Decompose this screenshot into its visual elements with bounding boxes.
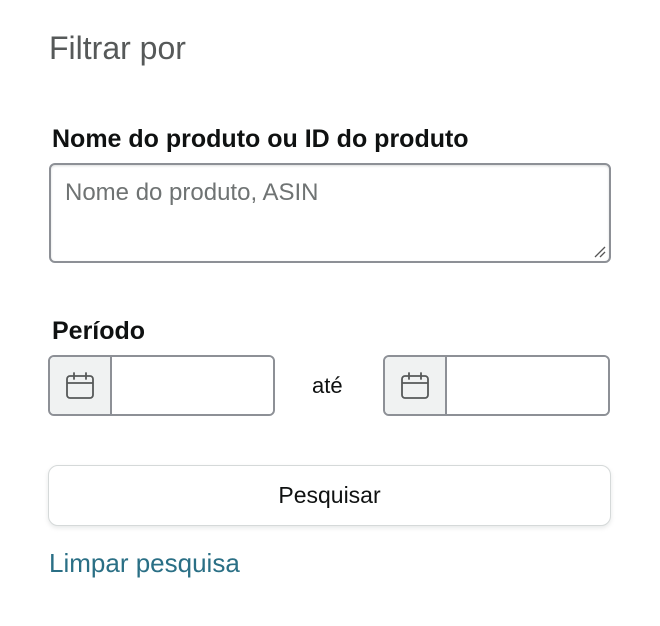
date-from-field <box>48 355 275 416</box>
product-search-field <box>49 163 611 263</box>
product-field-label: Nome do produto ou ID do produto <box>52 125 469 153</box>
calendar-icon <box>66 371 94 399</box>
filter-heading: Filtrar por <box>49 30 186 66</box>
date-to-calendar-button[interactable] <box>385 357 447 414</box>
product-search-input[interactable] <box>51 165 609 261</box>
date-from-calendar-button[interactable] <box>50 357 112 414</box>
calendar-icon <box>401 371 429 399</box>
date-from-input[interactable] <box>112 357 273 414</box>
period-separator: até <box>312 373 343 398</box>
search-button[interactable]: Pesquisar <box>48 465 611 526</box>
period-label: Período <box>52 317 146 345</box>
date-to-input[interactable] <box>447 357 608 414</box>
filter-panel: Filtrar por Nome do produto ou ID do pro… <box>0 0 660 626</box>
resize-handle-icon[interactable] <box>592 244 606 258</box>
clear-search-link[interactable]: Limpar pesquisa <box>49 546 240 580</box>
date-to-field <box>383 355 610 416</box>
